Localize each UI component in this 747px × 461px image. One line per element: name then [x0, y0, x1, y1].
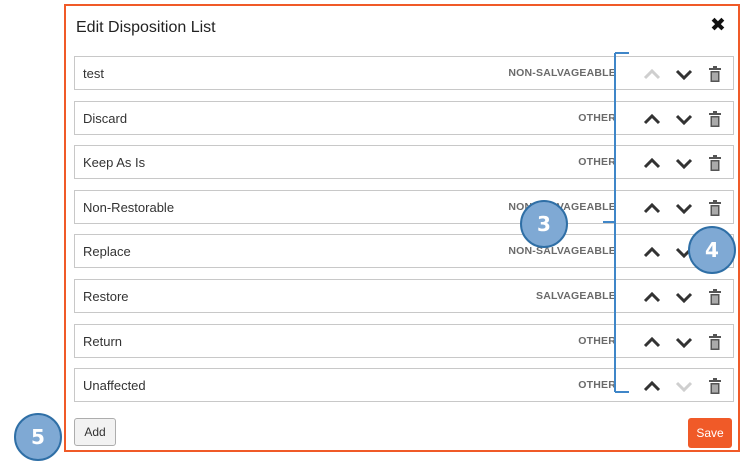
edit-disposition-dialog: Edit Disposition List ✖ test NON-SALVAGEA…: [64, 4, 740, 452]
move-up-icon[interactable]: [643, 65, 661, 83]
item-name: Unaffected: [83, 378, 146, 394]
disposition-list: test NON-SALVAGEABLE Discard OTHER Keep As I…: [74, 56, 734, 413]
list-item: test NON-SALVAGEABLE: [74, 56, 734, 90]
list-item: Return OTHER: [74, 323, 734, 358]
list-item: Restore SALVAGEABLE: [74, 278, 734, 313]
move-up-icon[interactable]: [643, 154, 661, 172]
callout-badge-3: 3: [520, 200, 568, 248]
item-name: Restore: [83, 288, 129, 304]
trash-icon[interactable]: [706, 154, 724, 172]
item-category: OTHER: [578, 156, 616, 169]
item-name: Discard: [83, 110, 128, 126]
item-name: Replace: [83, 244, 131, 260]
move-up-icon[interactable]: [643, 110, 661, 128]
move-down-icon[interactable]: [675, 333, 693, 351]
move-down-icon[interactable]: [675, 65, 693, 83]
move-up-icon[interactable]: [643, 377, 661, 395]
item-category: OTHER: [578, 379, 616, 392]
save-button[interactable]: Save: [688, 418, 732, 448]
move-up-icon[interactable]: [643, 199, 661, 217]
callout-badge-4: 4: [688, 226, 736, 274]
dialog-title: Edit Disposition List: [76, 19, 216, 36]
list-item: Discard OTHER: [74, 100, 734, 135]
item-category: NON-SALVAGEABLE: [508, 67, 616, 79]
trash-icon[interactable]: [706, 288, 724, 306]
close-icon[interactable]: ✖: [708, 15, 728, 37]
item-name: test: [83, 66, 104, 81]
move-down-icon[interactable]: [675, 110, 693, 128]
list-item: Replace NON-SALVAGEABLE: [74, 234, 734, 269]
trash-icon[interactable]: [706, 377, 724, 395]
trash-icon[interactable]: [706, 110, 724, 128]
trash-icon[interactable]: [706, 199, 724, 217]
item-category: SALVAGEABLE: [536, 289, 616, 302]
list-item: Unaffected OTHER: [74, 368, 734, 403]
move-down-icon[interactable]: [675, 154, 693, 172]
item-category: OTHER: [578, 334, 616, 347]
trash-icon[interactable]: [706, 333, 724, 351]
item-name: Return: [83, 333, 123, 349]
move-down-icon[interactable]: [675, 199, 693, 217]
move-up-icon[interactable]: [643, 243, 661, 261]
move-up-icon[interactable]: [643, 333, 661, 351]
list-item: Keep As Is OTHER: [74, 145, 734, 180]
list-item: Non-Restorable NON-SALVAGEABLE: [74, 189, 734, 224]
add-button[interactable]: Add: [74, 418, 116, 446]
callout-badge-5: 5: [14, 413, 62, 461]
trash-icon[interactable]: [706, 65, 724, 83]
item-name: Non-Restorable: [83, 199, 175, 215]
item-category: OTHER: [578, 111, 616, 124]
item-name: Keep As Is: [83, 155, 146, 171]
move-down-icon[interactable]: [675, 288, 693, 306]
item-category: NON-SALVAGEABLE: [508, 245, 616, 258]
move-down-icon[interactable]: [675, 377, 693, 395]
move-up-icon[interactable]: [643, 288, 661, 306]
